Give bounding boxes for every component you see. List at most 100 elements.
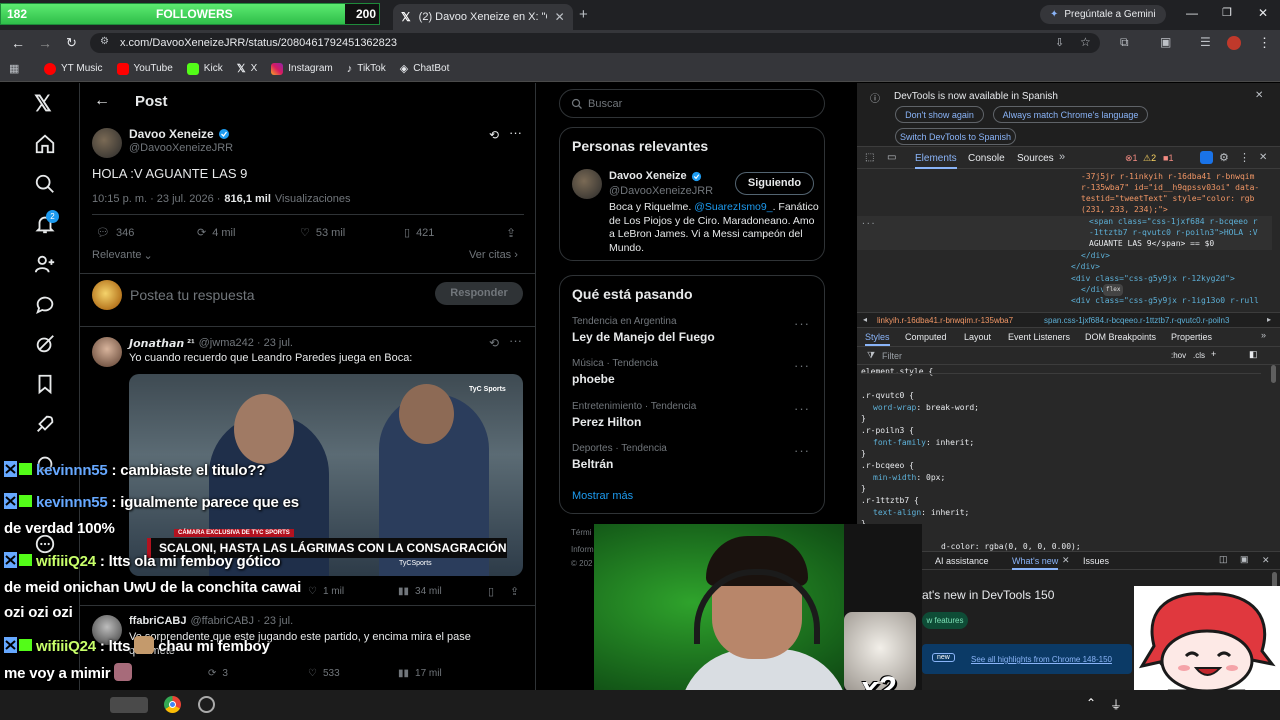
css-value[interactable]: inherit;	[936, 438, 975, 447]
footer-link-info[interactable]: Inform	[571, 545, 594, 554]
reply-button[interactable]: 💬︎ 346	[96, 226, 134, 240]
following-button[interactable]: Siguiendo	[735, 172, 814, 195]
inspect-element-icon[interactable]: ⬚	[865, 152, 874, 163]
footer-link-terms[interactable]: Térmi	[571, 528, 591, 537]
info-count[interactable]: ■1	[1163, 153, 1173, 163]
tray-chevron-up-icon[interactable]: ⌃	[1086, 696, 1096, 710]
banner-close-icon[interactable]: ✕	[1255, 90, 1263, 101]
reply1-avatar[interactable]	[92, 337, 122, 367]
search-bar[interactable]: Buscar	[559, 89, 825, 118]
drawer-tab-whats-new[interactable]: What's new	[1012, 556, 1059, 570]
subtab-dom-breakpoints[interactable]: DOM Breakpoints	[1085, 332, 1156, 342]
share-icon[interactable]: ⇪	[506, 226, 516, 240]
tab-search-icon[interactable]: ☰	[1200, 35, 1211, 49]
bookmark-star-icon[interactable]: ☆	[1080, 35, 1091, 49]
reload-icon[interactable]: ↻	[66, 35, 77, 51]
grok-explain-icon[interactable]: ⟲	[489, 128, 499, 142]
css-property[interactable]: word-wrap	[873, 403, 916, 412]
styles-scrollbar-thumb[interactable]	[1271, 365, 1276, 383]
author-name[interactable]: Davoo Xeneize	[129, 127, 214, 141]
css-property[interactable]: text-align	[873, 508, 921, 517]
author-avatar[interactable]	[92, 128, 122, 158]
bookmark-instagram[interactable]: Instagram	[271, 62, 333, 75]
more-tabs-icon[interactable]: »	[1059, 151, 1065, 163]
close-window-icon[interactable]: ✕	[1258, 6, 1268, 20]
subtab-layout[interactable]: Layout	[964, 332, 991, 342]
css-value[interactable]: 0px;	[926, 473, 945, 482]
tray-mic-icon[interactable]: ⏚	[1110, 696, 1122, 713]
subtab-properties[interactable]: Properties	[1171, 332, 1212, 342]
drawer-dock-icon[interactable]: ◫	[1219, 554, 1228, 565]
trend-more-icon[interactable]: ···	[794, 443, 810, 458]
drawer-tab-close-icon[interactable]: ✕	[1062, 555, 1070, 566]
follow-add-user-icon[interactable]	[34, 253, 56, 275]
bookmark-yt-music[interactable]: YT Music	[44, 62, 103, 75]
reply1-more-icon[interactable]: ···	[509, 333, 522, 348]
drawer-tab-issues[interactable]: Issues	[1083, 556, 1109, 566]
address-bar[interactable]: ⚙ x.com/DavooXeneizeJRR/status/208046179…	[90, 33, 1100, 53]
new-rule-icon[interactable]: +	[1211, 349, 1216, 359]
view-quotes-link[interactable]: Ver citas ›	[469, 249, 518, 261]
profile-avatar-icon[interactable]	[1227, 36, 1241, 50]
grok-icon[interactable]	[34, 333, 56, 355]
post-timestamp[interactable]: 10:15 p. m. · 23 jul. 2026 ·	[92, 193, 220, 205]
reply-input[interactable]: Postea tu respuesta	[130, 287, 255, 303]
taskbar-app-icon[interactable]	[110, 697, 148, 713]
new-tab-icon[interactable]: +	[579, 6, 588, 23]
reply1-bookmark-icon[interactable]: ▯	[488, 585, 494, 598]
search-input[interactable]: Buscar	[588, 98, 622, 110]
back-icon[interactable]: ←	[11, 35, 25, 51]
highlights-link[interactable]: See all highlights from Chrome 148-150	[971, 655, 1112, 664]
trend-item[interactable]: Tendencia en Argentina Ley de Manejo del …	[572, 316, 812, 344]
trend-more-icon[interactable]: ···	[794, 401, 810, 416]
settings-gear-icon[interactable]: ⚙	[1219, 151, 1229, 164]
dom-tree[interactable]: -37j5jr r-1inkyih r-16dba41 r-bnwqim r-1…	[857, 171, 1272, 311]
breadcrumb-item-selected[interactable]: span.css-1jxf684.r-bcqeeo.r-1ttztb7.r-qv…	[1044, 316, 1229, 325]
subtab-styles[interactable]: Styles	[865, 332, 890, 346]
breadcrumb-item[interactable]: linkyih.r-16dba41.r-bnwqim.r-135wba7	[877, 316, 1013, 325]
devtools-tab-sources[interactable]: Sources	[1017, 153, 1054, 164]
steam-taskbar-icon[interactable]	[198, 696, 215, 713]
post-more-icon[interactable]: ···	[509, 125, 522, 140]
apps-grid-icon[interactable]: ▦	[9, 62, 19, 75]
like-button[interactable]: ♡ 53 mil	[300, 226, 345, 240]
css-value[interactable]: break-word;	[926, 403, 979, 412]
minimize-icon[interactable]: —	[1186, 6, 1198, 20]
error-count[interactable]: ⊗1	[1125, 153, 1138, 164]
rocket-icon[interactable]	[34, 413, 56, 435]
warning-count[interactable]: ⚠2	[1143, 153, 1156, 164]
x-logo-icon[interactable]: 𝕏	[34, 91, 56, 116]
css-value[interactable]: inherit;	[931, 508, 970, 517]
devtools-menu-icon[interactable]: ⋮	[1239, 151, 1250, 164]
reply1-handle[interactable]: @jwma242 · 23 jul.	[199, 337, 293, 350]
site-info-icon[interactable]: ⚙	[100, 36, 109, 47]
repost-button[interactable]: ⟳ 4 mil	[197, 226, 235, 240]
install-icon[interactable]: ⇩	[1055, 36, 1064, 49]
relevant-avatar[interactable]	[572, 169, 602, 199]
messages-chat-icon[interactable]	[34, 293, 56, 315]
devtools-close-icon[interactable]: ✕	[1259, 152, 1267, 163]
drawer-tab-ai[interactable]: AI assistance	[935, 556, 989, 566]
subtab-computed[interactable]: Computed	[905, 332, 947, 342]
bookmark-kick[interactable]: Kick	[186, 62, 223, 75]
reply1-share-icon[interactable]: ⇪	[510, 585, 519, 598]
subtabs-more-icon[interactable]: »	[1261, 330, 1266, 340]
media-icon[interactable]: ▣	[1160, 35, 1171, 49]
bookmark-chatbot[interactable]: ◈ ChatBot	[400, 62, 450, 75]
author-handle[interactable]: @DavooXeneizeJRR	[129, 142, 233, 154]
reply1-author-name[interactable]: 𝙅𝙤𝙣𝙖𝙩𝙝𝙖𝙣 ²¹	[129, 337, 195, 350]
bio-mention-link[interactable]: @SuarezIsmo9_	[694, 201, 772, 213]
hover-state-button[interactable]: :hov	[1171, 351, 1186, 360]
drawer-close-icon[interactable]: ✕	[1262, 555, 1270, 566]
relevant-name[interactable]: Davoo Xeneize	[609, 170, 687, 182]
trend-item[interactable]: Música · Tendencia phoebe	[572, 358, 812, 386]
maximize-icon[interactable]: ❐	[1222, 6, 1232, 19]
sort-filter-button[interactable]: Relevante ⌄	[92, 249, 153, 262]
home-icon[interactable]	[34, 133, 56, 155]
devtools-tab-elements[interactable]: Elements	[915, 153, 957, 169]
relevant-handle[interactable]: @DavooXeneizeJRR	[609, 185, 713, 197]
dont-show-again-button[interactable]: Don't show again	[895, 106, 984, 123]
explore-search-icon[interactable]	[34, 173, 56, 195]
issues-icon[interactable]	[1200, 151, 1213, 164]
bookmark-x[interactable]: 𝕏X	[237, 62, 258, 75]
